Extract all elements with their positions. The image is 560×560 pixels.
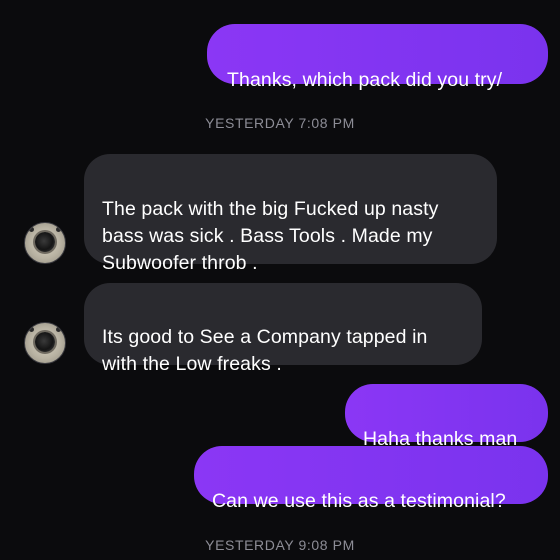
message-thread: Thanks, which pack did you try/ YESTERDA… [0, 0, 560, 560]
incoming-message[interactable]: The pack with the big Fucked up nasty ba… [84, 154, 497, 274]
contact-avatar[interactable] [24, 322, 66, 364]
speaker-icon [35, 232, 55, 252]
message-text: Thanks, which pack did you try/ [227, 69, 503, 91]
speaker-icon [35, 332, 55, 352]
message-text: Its good to See a Company tapped in with… [102, 326, 428, 375]
outgoing-message[interactable]: Can we use this as a testimonial? [194, 446, 548, 512]
outgoing-message[interactable]: Haha thanks man [345, 384, 548, 450]
incoming-message[interactable]: Its good to See a Company tapped in with… [84, 283, 482, 375]
message-text: The pack with the big Fucked up nasty ba… [102, 198, 439, 274]
timestamp: YESTERDAY 7:08 PM [205, 115, 355, 131]
timestamp: YESTERDAY 9:08 PM [205, 537, 355, 553]
outgoing-message[interactable]: Thanks, which pack did you try/ [207, 24, 548, 91]
contact-avatar[interactable] [24, 222, 66, 264]
message-text: Can we use this as a testimonial? [212, 490, 506, 512]
